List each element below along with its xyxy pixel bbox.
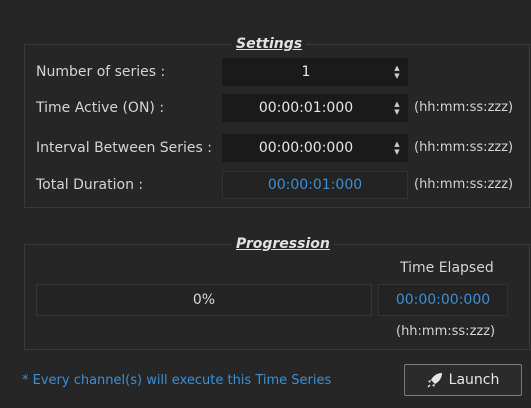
settings-title: Settings bbox=[232, 35, 307, 53]
time-elapsed-value: 00:00:00:000 bbox=[395, 292, 491, 308]
progress-bar: 0% bbox=[36, 284, 372, 316]
arrow-down-icon[interactable]: ▼ bbox=[394, 108, 399, 116]
arrow-down-icon[interactable]: ▼ bbox=[394, 148, 399, 156]
arrow-up-icon[interactable]: ▲ bbox=[394, 140, 399, 148]
progress-percent: 0% bbox=[192, 292, 216, 308]
time-active-spinbox[interactable]: 00:00:01:000 ▲ ▼ bbox=[222, 94, 408, 122]
time-elapsed-label: Time Elapsed bbox=[400, 260, 494, 276]
time-active-value: 00:00:01:000 bbox=[258, 100, 354, 116]
time-active-unit: (hh:mm:ss:zzz) bbox=[414, 100, 514, 115]
footer-note: * Every channel(s) will execute this Tim… bbox=[22, 373, 332, 388]
total-duration-label: Total Duration : bbox=[36, 177, 144, 193]
interval-between-series-label: Interval Between Series : bbox=[36, 140, 212, 156]
time-active-stepper[interactable]: ▲ ▼ bbox=[389, 95, 405, 121]
number-of-series-label: Number of series : bbox=[36, 64, 166, 80]
total-duration-unit: (hh:mm:ss:zzz) bbox=[414, 177, 514, 192]
arrow-down-icon[interactable]: ▼ bbox=[394, 72, 399, 80]
number-of-series-stepper[interactable]: ▲ ▼ bbox=[389, 59, 405, 85]
progression-title: Progression bbox=[232, 235, 334, 253]
time-active-label: Time Active (ON) : bbox=[36, 100, 165, 116]
launch-label: Launch bbox=[448, 372, 500, 388]
time-elapsed-unit: (hh:mm:ss:zzz) bbox=[396, 324, 496, 339]
launch-button[interactable]: Launch bbox=[404, 364, 522, 396]
time-elapsed-field: 00:00:00:000 bbox=[378, 284, 508, 316]
total-duration-field: 00:00:01:000 bbox=[222, 171, 408, 199]
interval-between-series-unit: (hh:mm:ss:zzz) bbox=[414, 140, 514, 155]
number-of-series-value: 1 bbox=[301, 64, 311, 80]
rocket-icon bbox=[427, 373, 442, 388]
total-duration-value: 00:00:01:000 bbox=[267, 177, 363, 193]
arrow-up-icon[interactable]: ▲ bbox=[394, 64, 399, 72]
number-of-series-spinbox[interactable]: 1 ▲ ▼ bbox=[222, 58, 408, 86]
interval-between-series-stepper[interactable]: ▲ ▼ bbox=[389, 135, 405, 161]
interval-between-series-value: 00:00:00:000 bbox=[258, 140, 354, 156]
interval-between-series-spinbox[interactable]: 00:00:00:000 ▲ ▼ bbox=[222, 134, 408, 162]
arrow-up-icon[interactable]: ▲ bbox=[394, 100, 399, 108]
